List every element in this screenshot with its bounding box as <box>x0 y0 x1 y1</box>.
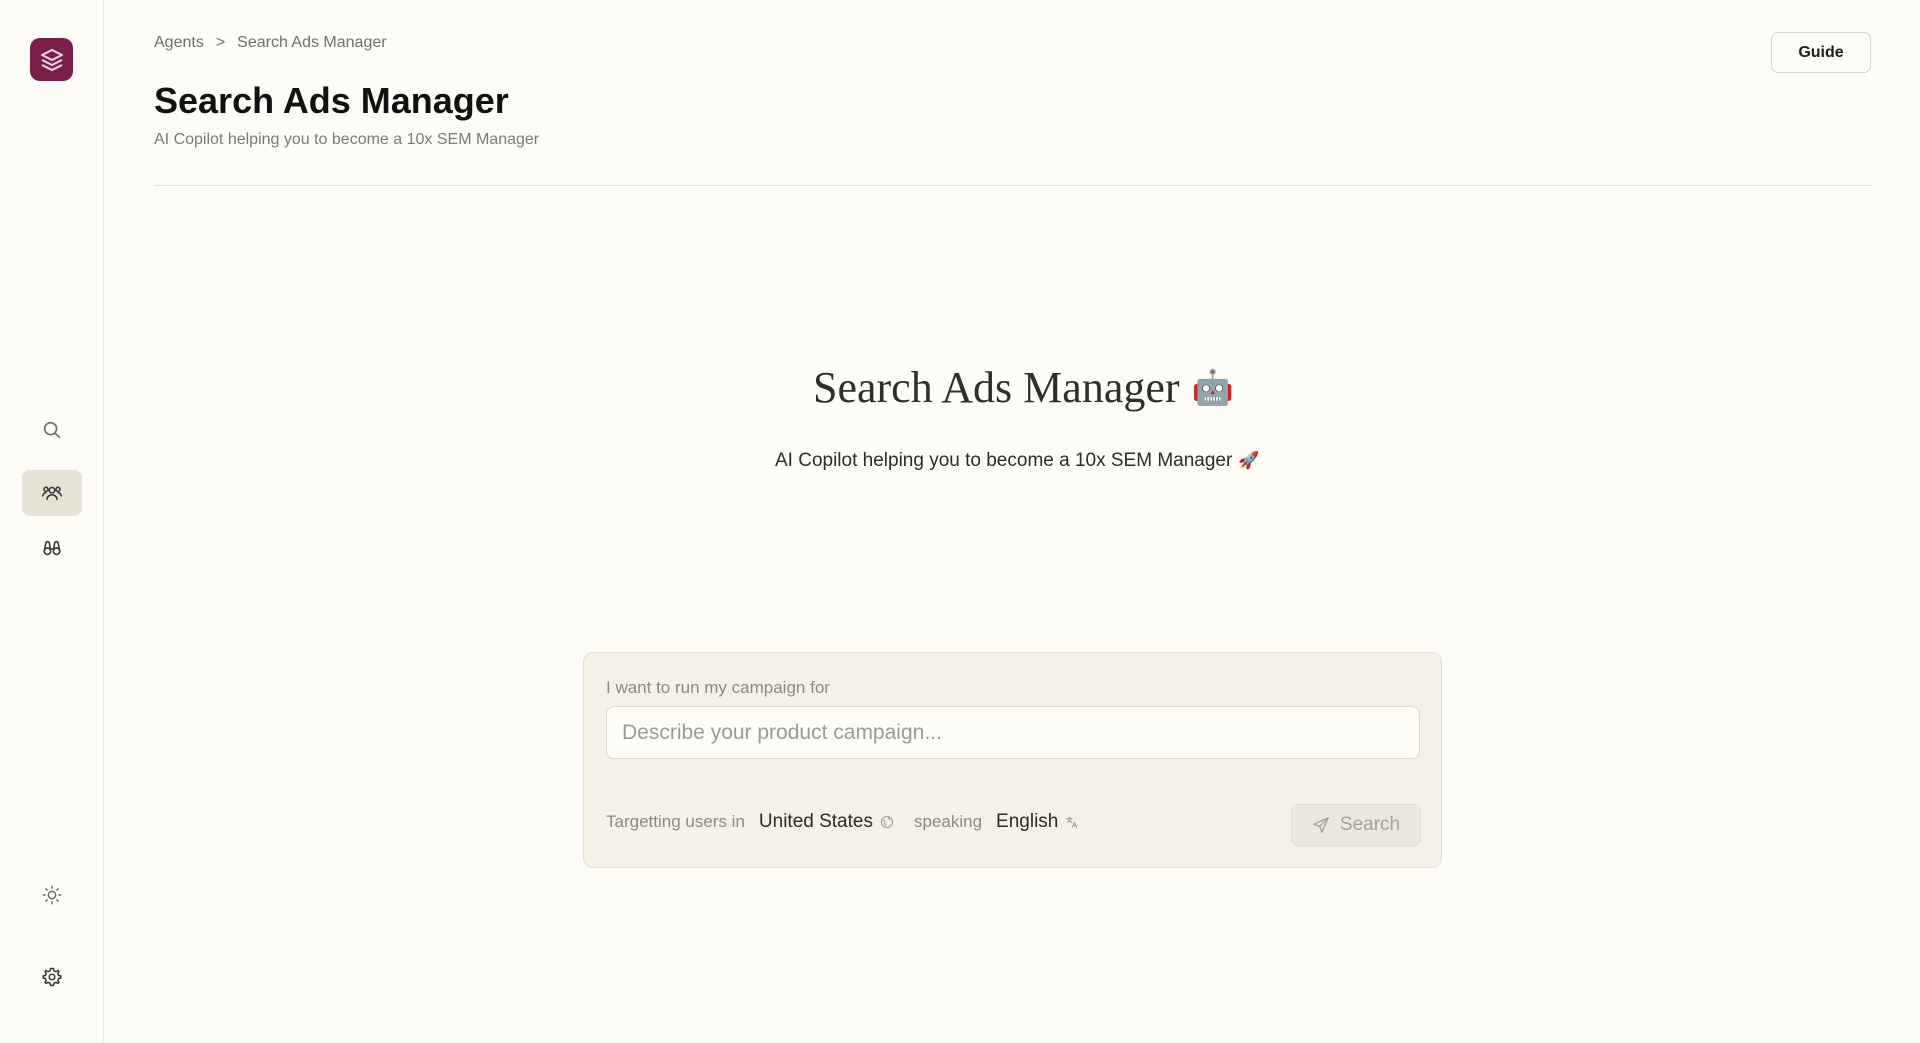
rocket-icon: 🚀 <box>1238 451 1260 470</box>
search-button[interactable]: Search <box>1291 804 1421 846</box>
guide-button[interactable]: Guide <box>1771 32 1871 73</box>
breadcrumb: Agents > Search Ads Manager <box>154 34 387 52</box>
app-logo[interactable] <box>30 38 73 81</box>
sidebar <box>0 0 104 1043</box>
sidebar-item-agents[interactable] <box>22 470 82 516</box>
app-root: Agents > Search Ads Manager Search Ads M… <box>0 0 1920 1043</box>
targeting-prefix: Targetting users in <box>606 812 745 831</box>
breadcrumb-agents[interactable]: Agents <box>154 34 204 52</box>
speaking-label: speaking <box>913 812 983 831</box>
sidebar-item-settings[interactable] <box>22 954 82 1000</box>
users-icon <box>42 486 62 501</box>
page-title: Search Ads Manager <box>154 80 509 121</box>
logo-icon <box>40 48 63 71</box>
search-button-label: Search <box>1339 814 1401 835</box>
search-icon <box>43 421 61 439</box>
breadcrumb-current: Search Ads Manager <box>237 34 387 51</box>
country-selector[interactable]: United States <box>759 811 894 833</box>
globe-icon <box>880 815 894 829</box>
send-icon <box>1313 817 1329 833</box>
language-value: English <box>996 811 1059 832</box>
hero-subtitle-text: AI Copilot helping you to become a 10x S… <box>775 450 1233 471</box>
sidebar-item-explore[interactable] <box>22 525 82 571</box>
campaign-label: I want to run my campaign for <box>606 678 830 697</box>
campaign-card: I want to run my campaign for Targetting… <box>583 652 1442 868</box>
breadcrumb-separator: > <box>215 34 226 51</box>
translate-icon <box>1066 816 1078 828</box>
gear-icon <box>42 967 62 987</box>
binoculars-icon <box>43 540 61 556</box>
language-selector[interactable]: English <box>996 811 1079 833</box>
hero-title-text: Search Ads Manager <box>813 363 1180 412</box>
sidebar-item-search[interactable] <box>22 407 82 453</box>
robot-icon: 🤖 <box>1191 369 1234 407</box>
hero-subtitle: AI Copilot helping you to become a 10x S… <box>775 450 1260 472</box>
campaign-input[interactable] <box>606 706 1420 759</box>
page-subtitle: AI Copilot helping you to become a 10x S… <box>154 131 540 148</box>
sun-icon <box>42 885 62 905</box>
header-divider <box>154 185 1871 186</box>
country-value: United States <box>758 811 873 832</box>
hero-title: Search Ads Manager 🤖 <box>813 362 1234 413</box>
targeting-row: Targetting users in United States speaki… <box>606 811 1079 833</box>
sidebar-item-theme[interactable] <box>22 872 82 918</box>
